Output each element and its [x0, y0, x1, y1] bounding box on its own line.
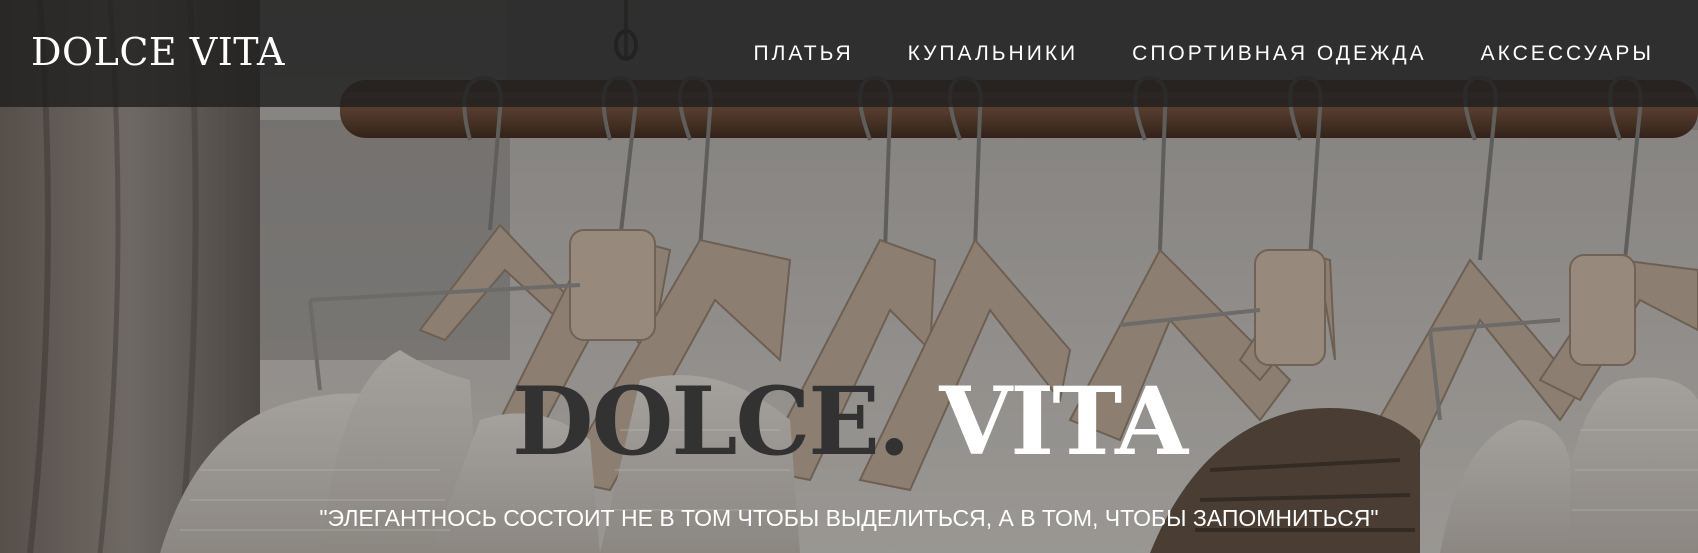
hero-title-light: VITA	[939, 367, 1188, 477]
hero-title: DOLCE. VITA	[0, 375, 1698, 469]
header-bar: DOLCE VITA ПЛАТЬЯ КУПАЛЬНИКИ СПОРТИВНАЯ …	[0, 0, 1698, 107]
main-navigation: ПЛАТЬЯ КУПАЛЬНИКИ СПОРТИВНАЯ ОДЕЖДА АКСЕ…	[754, 42, 1654, 66]
nav-item-swimwear: КУПАЛЬНИКИ	[908, 42, 1079, 66]
nav-link-sportswear[interactable]: СПОРТИВНАЯ ОДЕЖДА	[1132, 42, 1426, 65]
site-logo[interactable]: DOLCE VITA	[31, 30, 285, 74]
nav-item-dresses: ПЛАТЬЯ	[754, 42, 854, 66]
hero-banner: DOLCE VITA ПЛАТЬЯ КУПАЛЬНИКИ СПОРТИВНАЯ …	[0, 0, 1698, 553]
nav-link-accessories[interactable]: АКСЕССУАРЫ	[1481, 42, 1654, 65]
hero-title-dark: DOLCE.	[511, 367, 911, 477]
nav-item-sportswear: СПОРТИВНАЯ ОДЕЖДА	[1132, 42, 1426, 66]
nav-link-dresses[interactable]: ПЛАТЬЯ	[754, 42, 854, 65]
hero-tagline: "ЭЛЕГАНТНОСЬ СОСТОИТ НЕ В ТОМ ЧТОБЫ ВЫДЕ…	[319, 505, 1379, 531]
nav-link-swimwear[interactable]: КУПАЛЬНИКИ	[908, 42, 1079, 65]
nav-item-accessories: АКСЕССУАРЫ	[1481, 42, 1654, 66]
